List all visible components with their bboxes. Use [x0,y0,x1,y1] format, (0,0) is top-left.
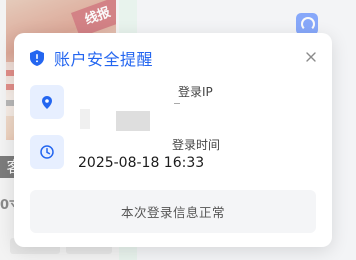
login-ip-row: 登录IP [30,85,316,131]
login-ip-label: 登录IP [178,85,213,99]
login-ip-placeholder [174,103,180,104]
close-button[interactable] [304,50,318,64]
close-icon [306,52,316,62]
shield-icon [30,50,44,66]
redacted-block [80,109,90,129]
login-time-row: 登录时间 2025-08-18 16:33 [30,135,316,175]
login-status-notice: 本次登录信息正常 [30,190,316,233]
login-time-value: 2025-08-18 16:33 [78,155,205,171]
location-pin-icon [30,85,64,119]
notice-text: 本次登录信息正常 [120,205,225,220]
redacted-ip-value [116,111,150,131]
clock-icon [30,135,64,169]
dialog-header: 账户安全提醒 [30,47,153,69]
dialog-title: 账户安全提醒 [54,50,154,69]
security-alert-dialog: 账户安全提醒 登录IP 登录时间 2025-08-18 16:33 本次登录信息… [14,33,332,247]
login-time-label: 登录时间 [172,138,221,152]
